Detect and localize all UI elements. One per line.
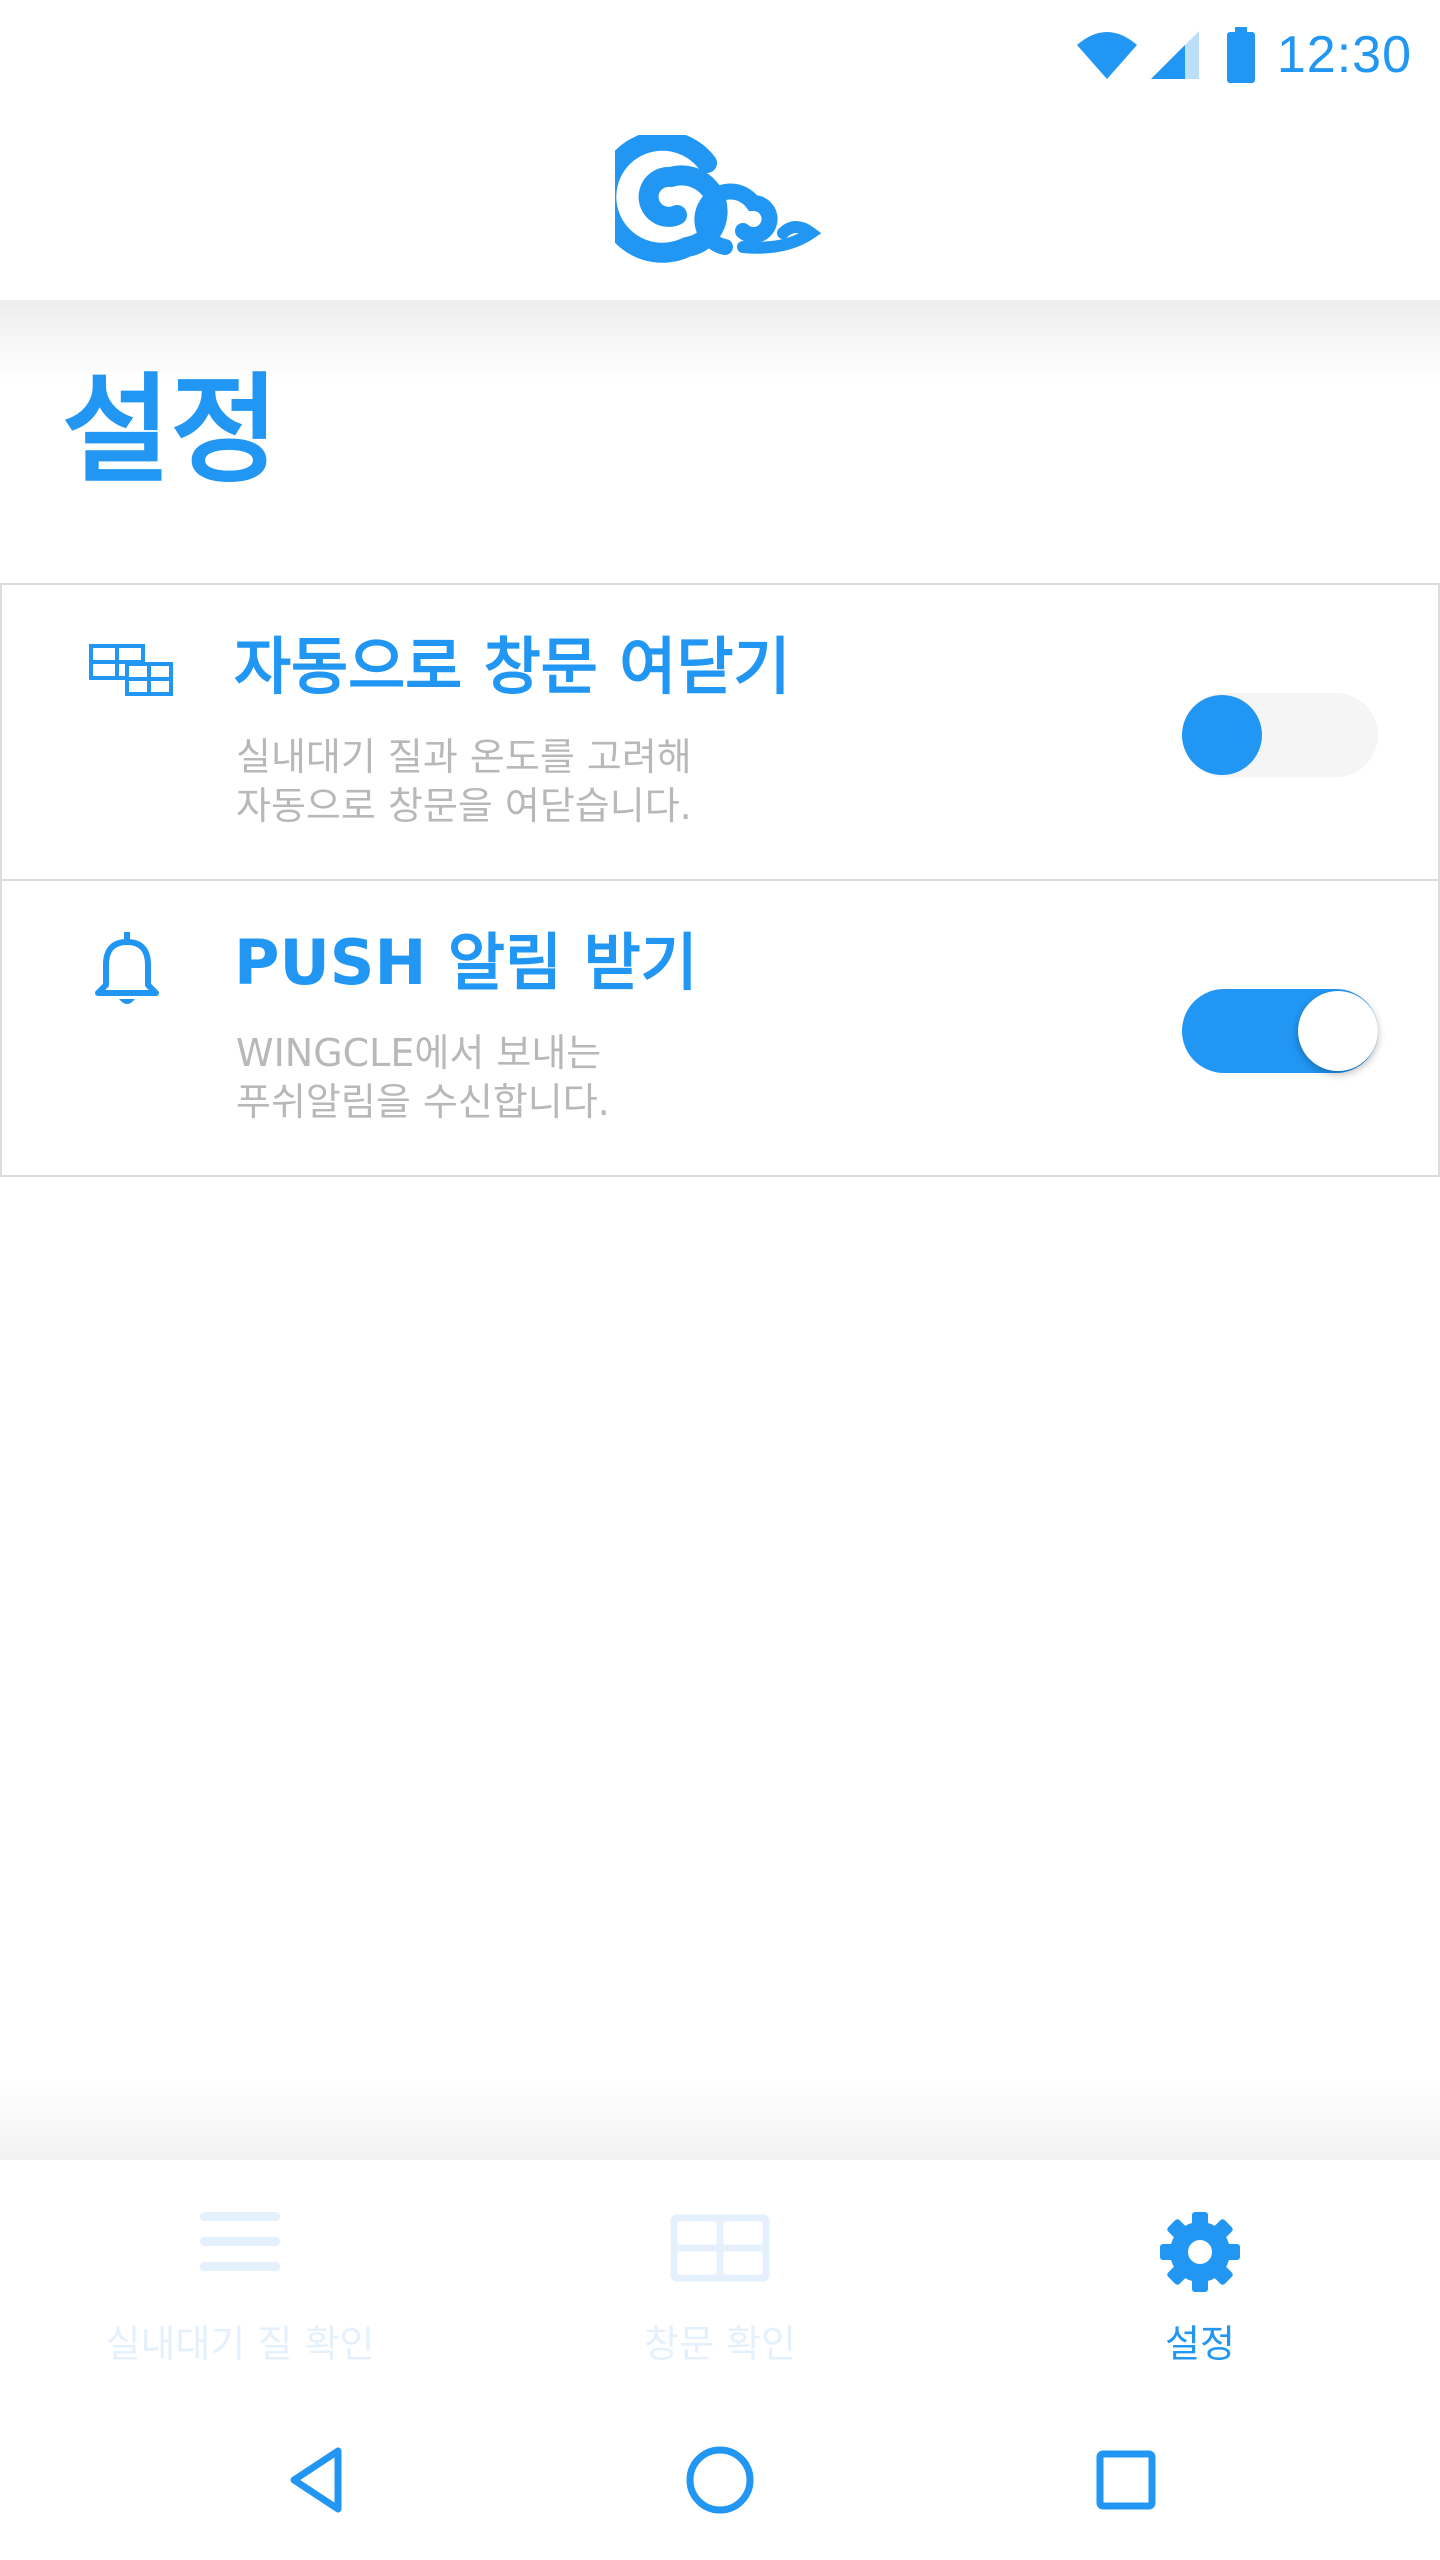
header-shadow [0,300,1440,380]
setting-title: PUSH 알림 받기 [234,926,698,999]
setting-description: 실내대기 질과 온도를 고려해 자동으로 창문을 여닫습니다. [236,733,692,831]
gear-icon [1158,2210,1242,2298]
recents-icon[interactable] [1086,2440,1166,2520]
window-grid-icon [670,2214,770,2286]
status-bar: 12:30 [0,0,1440,105]
app-header [0,105,1440,300]
back-icon[interactable] [276,2440,356,2520]
auto-window-toggle[interactable] [1182,693,1378,777]
nav-item-air-quality[interactable]: 실내대기 질 확인 [0,2160,480,2400]
settings-list: 자동으로 창문 여닫기 실내대기 질과 온도를 고려해 자동으로 창문을 여닫습… [0,583,1440,1177]
setting-description-line: 자동으로 창문을 여닫습니다. [236,784,692,828]
setting-row-push: PUSH 알림 받기 WINGCLE에서 보내는 푸쉬알림을 수신합니다. [0,881,1440,1177]
setting-row-auto-window: 자동으로 창문 여닫기 실내대기 질과 온도를 고려해 자동으로 창문을 여닫습… [0,583,1440,881]
wingcle-logo [596,130,825,269]
menu-icon [198,2210,282,2278]
nav-label: 창문 확인 [644,2322,796,2366]
bottom-nav: 실내대기 질 확인 창문 확인 설정 [0,2160,1440,2400]
system-nav-bar [0,2400,1440,2560]
push-toggle[interactable] [1182,989,1378,1073]
page-title: 설정 [62,361,280,499]
nav-item-settings[interactable]: 설정 [960,2160,1440,2400]
status-icons: 12:30 [1075,20,1412,90]
window-icon [88,643,174,701]
toggle-knob [1182,695,1262,775]
setting-description-line: WINGCLE에서 보내는 [236,1031,602,1075]
toggle-knob [1298,991,1378,1071]
setting-description: WINGCLE에서 보내는 푸쉬알림을 수신합니다. [236,1029,610,1127]
setting-title: 자동으로 창문 여닫기 [234,630,791,703]
battery-icon [1226,27,1255,83]
bottom-nav-shadow [0,2080,1440,2160]
nav-label: 실내대기 질 확인 [105,2322,375,2366]
status-time: 12:30 [1276,26,1412,84]
setting-description-line: 실내대기 질과 온도를 고려해 [236,735,692,779]
wifi-icon [1075,27,1139,83]
home-icon[interactable] [680,2440,760,2520]
nav-label: 설정 [1165,2322,1235,2366]
bell-icon [94,929,160,1013]
setting-description-line: 푸쉬알림을 수신합니다. [236,1080,610,1124]
signal-icon [1149,29,1201,81]
nav-item-window[interactable]: 창문 확인 [480,2160,960,2400]
